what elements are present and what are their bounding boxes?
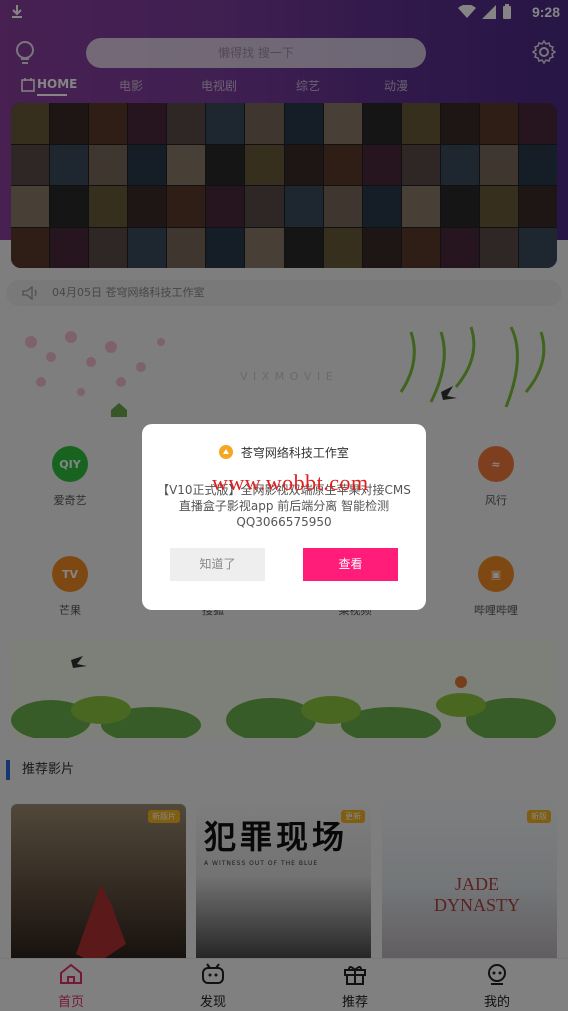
dialog-title: 苍穹网络科技工作室	[240, 446, 349, 460]
announcement-dialog: 苍穹网络科技工作室 【V10正式版】全网影视双端原生苹果对接CMS直播盒子影视a…	[142, 424, 426, 610]
view-button[interactable]: 查看	[303, 548, 398, 581]
studio-logo-icon	[219, 445, 234, 459]
site-watermark: www.wobbt.com	[212, 470, 369, 495]
dialog-header: 苍穹网络科技工作室	[142, 444, 426, 461]
dismiss-button[interactable]: 知道了	[170, 548, 265, 581]
